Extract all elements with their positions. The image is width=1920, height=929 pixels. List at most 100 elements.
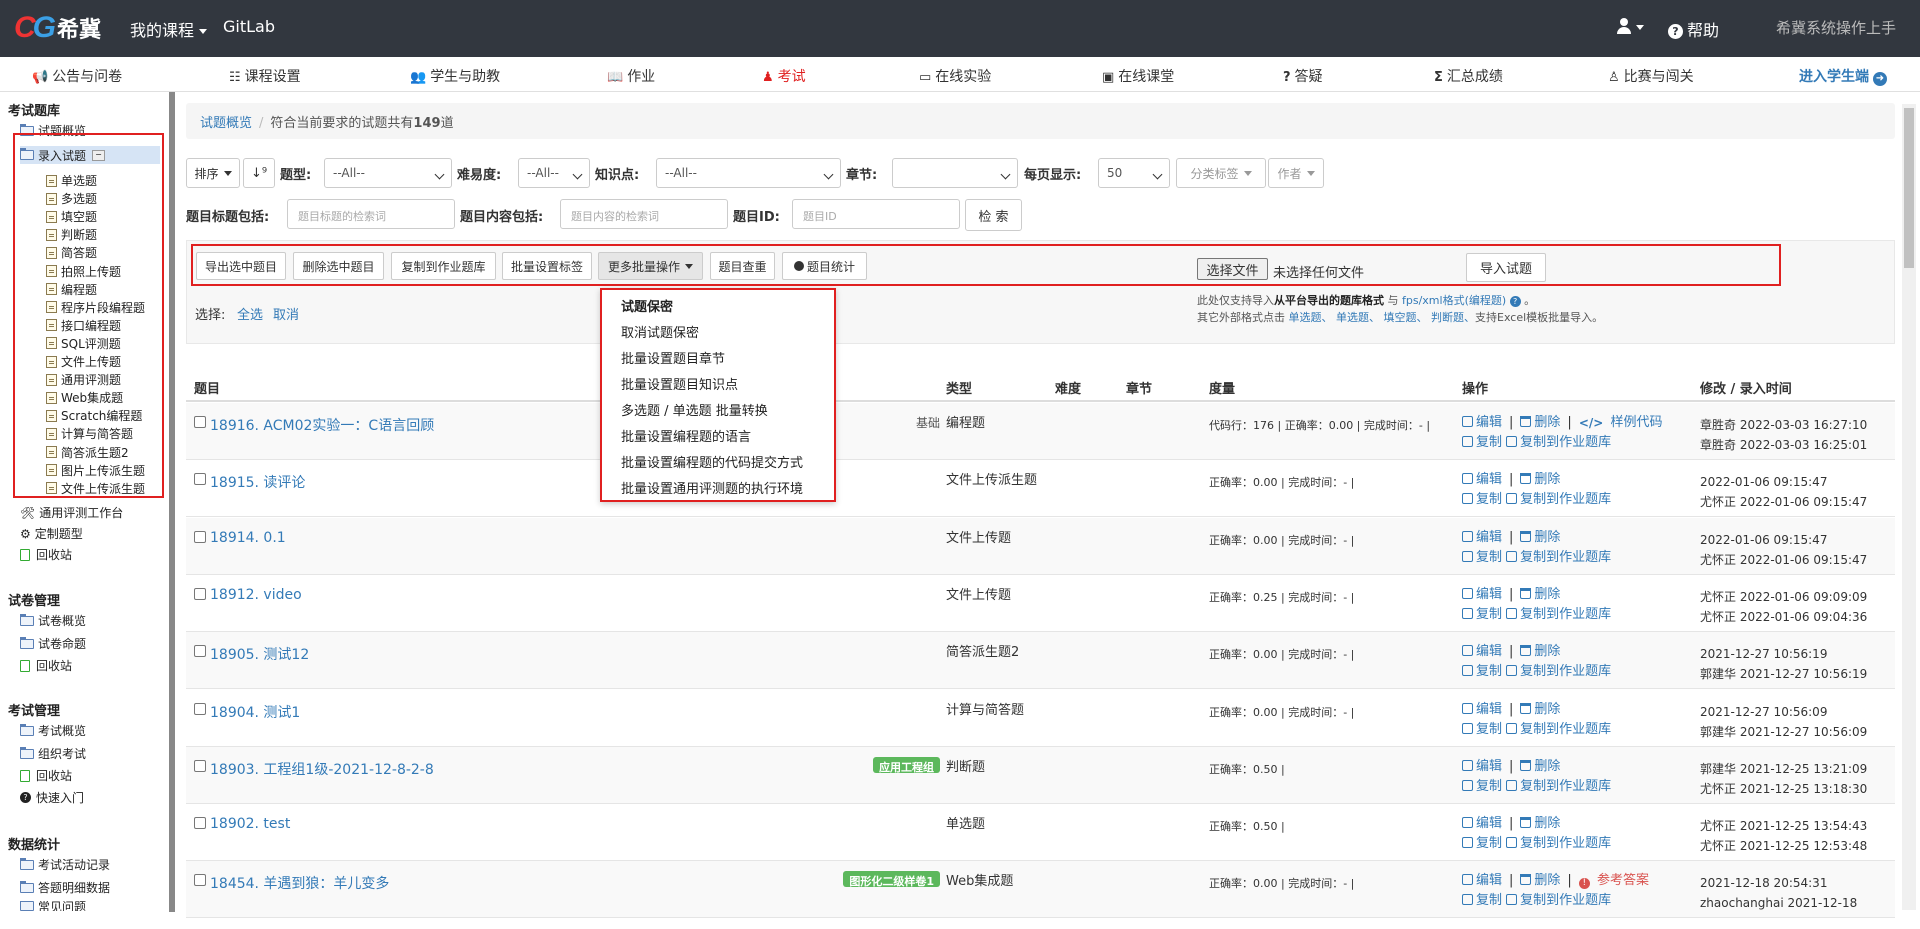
col-type[interactable]: 类型 [946,378,972,397]
copy-to-bank-link[interactable]: 复制到作业题库 [1506,664,1611,679]
sidebar-item-exam-log[interactable]: 考试活动记录 [20,856,110,873]
copy-to-bank-link[interactable]: 复制到作业题库 [1506,779,1611,794]
sidebar-item-workbench[interactable]: 🛠 通用评测工作台 [20,504,123,521]
row-checkbox[interactable] [194,817,206,830]
question-title-link[interactable]: 18454. 羊遇到狼：羊儿变多 [210,873,389,893]
gitlab-link[interactable]: GitLab [223,17,275,36]
delete-link[interactable]: 删除 [1520,702,1560,717]
nav-course-settings[interactable]: ☷ 课程设置 [229,66,301,86]
menu-item-set-exec-env[interactable]: 批量设置通用评测题的执行环境 [621,478,803,497]
edit-link[interactable]: 编辑 [1462,530,1502,545]
select-cancel-link[interactable]: 取消 [273,304,299,323]
template-link-4[interactable]: 判断题、 [1431,311,1475,324]
sidebar-item-quick-start[interactable]: ? 快速入门 [20,789,84,806]
sidebar-scrollbar[interactable] [169,92,175,912]
menu-item-set-submit-mode[interactable]: 批量设置编程题的代码提交方式 [621,452,803,471]
sidebar-item-organize-exam[interactable]: 组织考试 [20,745,86,762]
col-time[interactable]: 修改 / 录入时间 [1700,378,1792,397]
nav-contests[interactable]: ♙ 比赛与闯关 [1608,66,1694,86]
template-link-3[interactable]: 填空题、 [1384,311,1428,324]
nav-online-lab[interactable]: ▭ 在线实验 [919,66,991,86]
per-page-select[interactable]: 50 [1098,158,1170,188]
enter-student-link[interactable]: 进入学生端 ➜ [1799,66,1887,86]
question-title-link[interactable]: 18903. 工程组1级-2021-12-8-2-8 [210,759,434,779]
copy-link[interactable]: 复制 [1462,779,1502,794]
row-checkbox[interactable] [194,645,206,658]
fps-format-link[interactable]: fps/xml格式(编程题) [1402,294,1506,307]
sidebar-item-answer-detail[interactable]: 答题明细数据 [20,879,110,896]
menu-item-confidential[interactable]: 试题保密 [621,296,673,315]
col-title[interactable]: 题目 [194,378,220,397]
category-tag-button[interactable]: 分类标签 [1176,158,1266,188]
edit-link[interactable]: 编辑 [1462,759,1502,774]
manual-link[interactable]: 希冀系统操作上手 [1776,17,1896,38]
help-link[interactable]: ? 帮助 [1668,17,1719,41]
copy-link[interactable]: 复制 [1462,664,1502,679]
sidebar-item-faq[interactable]: 常见问题 [20,901,86,911]
question-title-link[interactable]: 18905. 测试12 [210,644,309,664]
sidebar-item-paper-compose[interactable]: 试卷命题 [20,635,86,652]
copy-to-bank-link[interactable]: 复制到作业题库 [1506,550,1611,565]
nav-students[interactable]: 👥 学生与助教 [410,66,500,86]
question-title-link[interactable]: 18904. 测试1 [210,702,300,722]
title-search-input[interactable]: 题目标题的检索词 [287,199,455,229]
question-title-link[interactable]: 18902. test [210,816,290,832]
copy-to-bank-link[interactable]: 复制到作业题库 [1506,893,1611,908]
delete-link[interactable]: 删除 [1520,873,1560,888]
delete-link[interactable]: 删除 [1520,759,1560,774]
nav-announcements[interactable]: 📢 公告与问卷 [32,66,122,86]
sidebar-item-custom-types[interactable]: ⚙ 定制题型 [20,525,83,542]
template-link-2[interactable]: 单选题、 [1336,311,1380,324]
page-scrollbar-thumb[interactable] [1904,108,1914,268]
sidebar-item-recycle-2[interactable]: 回收站 [20,657,72,674]
nav-grades[interactable]: Σ 汇总成绩 [1434,66,1503,86]
sort-direction-button[interactable]: ↓⁹ [243,158,275,188]
breadcrumb-overview[interactable]: 试题概览 [200,116,252,131]
copy-to-bank-link[interactable]: 复制到作业题库 [1506,836,1611,851]
edit-link[interactable]: 编辑 [1462,644,1502,659]
menu-item-set-language[interactable]: 批量设置编程题的语言 [621,426,751,445]
edit-link[interactable]: 编辑 [1462,873,1502,888]
copy-to-bank-link[interactable]: 复制到作业题库 [1506,607,1611,622]
delete-link[interactable]: 删除 [1520,816,1560,831]
ref-answer-link[interactable]: ! 参考答案 [1578,873,1649,890]
difficulty-select[interactable]: --All-- [518,158,590,188]
delete-link[interactable]: 删除 [1520,587,1560,602]
copy-link[interactable]: 复制 [1462,607,1502,622]
my-courses-menu[interactable]: 我的课程 [130,17,208,41]
menu-item-cancel-confidential[interactable]: 取消试题保密 [621,322,699,341]
edit-link[interactable]: 编辑 [1462,472,1502,487]
sample-code-link[interactable]: </> 样例代码 [1579,415,1663,430]
row-checkbox[interactable] [194,702,206,715]
row-checkbox[interactable] [194,416,206,428]
sidebar-item-paper-overview[interactable]: 试卷概览 [20,612,86,629]
logo[interactable]: CG 希冀 [14,10,101,46]
row-checkbox[interactable] [194,759,206,772]
delete-link[interactable]: 删除 [1520,415,1560,430]
row-checkbox[interactable] [194,587,206,600]
row-checkbox[interactable] [194,473,206,486]
type-select[interactable]: --All-- [324,158,452,188]
copy-link[interactable]: 复制 [1462,893,1502,908]
select-all-link[interactable]: 全选 [237,304,263,323]
question-title-link[interactable]: 18912. video [210,587,302,603]
sort-button[interactable]: 排序 [186,158,240,188]
author-button[interactable]: 作者 [1268,158,1324,188]
delete-link[interactable]: 删除 [1520,472,1560,487]
nav-exam[interactable]: ♟ 考试 [762,66,806,86]
copy-link[interactable]: 复制 [1462,550,1502,565]
menu-item-set-chapter[interactable]: 批量设置题目章节 [621,348,725,367]
edit-link[interactable]: 编辑 [1462,816,1502,831]
copy-to-bank-link[interactable]: 复制到作业题库 [1506,722,1611,737]
col-chapter[interactable]: 章节 [1126,378,1152,397]
col-difficulty[interactable]: 难度 [1055,378,1081,397]
nav-qa[interactable]: ? 答疑 [1283,66,1323,86]
copy-to-bank-link[interactable]: 复制到作业题库 [1506,435,1611,450]
edit-link[interactable]: 编辑 [1462,415,1502,430]
copy-link[interactable]: 复制 [1462,722,1502,737]
id-search-input[interactable]: 题目ID [792,199,960,229]
user-menu[interactable] [1617,17,1644,36]
search-button[interactable]: 检 索 [965,199,1022,231]
content-search-input[interactable]: 题目内容的检索词 [560,199,728,229]
copy-link[interactable]: 复制 [1462,492,1502,507]
